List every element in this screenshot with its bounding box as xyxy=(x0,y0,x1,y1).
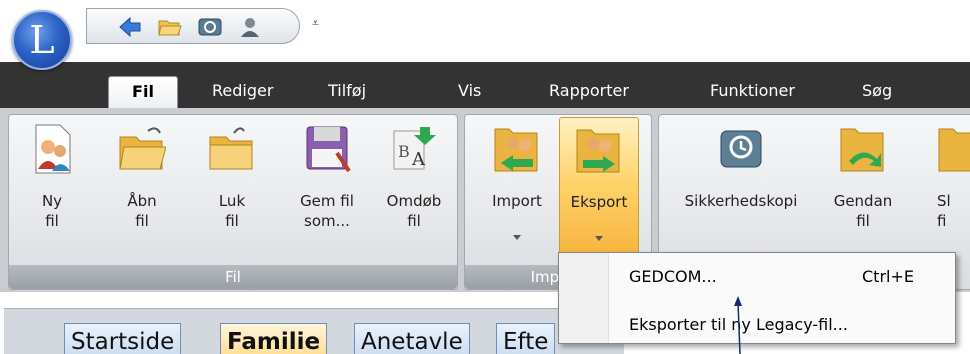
svg-text:A: A xyxy=(411,149,426,170)
mouse-cursor-icon xyxy=(734,296,742,354)
rename-file-label-2: fil xyxy=(407,212,421,230)
save-disk-icon xyxy=(306,126,351,173)
app-logo-button[interactable]: L xyxy=(12,10,72,70)
import-label: Import xyxy=(492,192,542,210)
tab-rediger[interactable]: Rediger xyxy=(212,76,273,108)
close-file-label-1: Luk xyxy=(218,192,246,210)
app-logo-letter: L xyxy=(29,18,55,62)
menu-item-gedcom[interactable]: GEDCOM... Ctrl+E xyxy=(559,253,955,297)
open-file-label-1: Åbn xyxy=(127,192,157,210)
rename-file-button[interactable]: B A Omdøb fil xyxy=(373,117,455,263)
export-label: Eksport xyxy=(570,193,628,211)
tab-tilfoj[interactable]: Tilføj xyxy=(328,76,366,108)
import-icon xyxy=(494,128,538,172)
backup-drive-icon xyxy=(720,130,762,168)
group-label-fil: Fil xyxy=(9,265,457,289)
import-dropdown-arrow-icon xyxy=(513,235,521,240)
import-button[interactable]: Import xyxy=(477,117,557,263)
close-file-button[interactable]: Luk fil xyxy=(193,117,271,263)
export-button[interactable]: Eksport xyxy=(559,117,639,263)
backup-button[interactable]: Sikkerhedskopi xyxy=(667,117,815,263)
delete-file-label-1: Sl xyxy=(937,192,951,210)
delete-file-label-2: fi xyxy=(937,212,947,230)
menu-bar: Fil Rediger Tilføj Vis Rapporter Funktio… xyxy=(0,62,970,108)
open-folder-icon xyxy=(119,127,166,170)
quick-access-toolbar xyxy=(86,8,300,44)
restore-file-button[interactable]: Gendan fil xyxy=(823,117,903,263)
backup-icon[interactable] xyxy=(197,15,223,39)
document-tab-bar: Startside Familie Anetavle Efte xyxy=(4,308,624,354)
person-icon[interactable] xyxy=(237,15,263,39)
close-file-label-2: fil xyxy=(225,212,239,230)
tab-familie[interactable]: Familie xyxy=(220,323,328,354)
tab-rapporter[interactable]: Rapporter xyxy=(549,76,629,108)
open-file-label-2: fil xyxy=(135,212,149,230)
restore-file-label-1: Gendan xyxy=(833,192,893,210)
tab-efterkommere[interactable]: Efte xyxy=(496,323,556,354)
save-as-label-2: som... xyxy=(304,212,350,230)
rename-icon: B A xyxy=(393,127,436,170)
svg-text:B: B xyxy=(398,142,410,161)
open-folder-icon[interactable] xyxy=(157,15,183,39)
new-file-button[interactable]: Ny fil xyxy=(13,117,91,263)
tab-startside[interactable]: Startside xyxy=(64,323,182,354)
customize-toolbar-icon[interactable]: ⩡ xyxy=(312,16,319,31)
tab-sog[interactable]: Søg xyxy=(862,76,892,108)
tab-funktioner[interactable]: Funktioner xyxy=(710,76,795,108)
export-dropdown-menu: GEDCOM... Ctrl+E Eksporter til ny Legacy… xyxy=(558,252,956,344)
folder-icon xyxy=(938,128,970,172)
tab-anetavle[interactable]: Anetavle xyxy=(354,323,470,354)
delete-file-button[interactable]: Sl fi xyxy=(923,117,970,263)
new-file-label-2: fil xyxy=(45,212,59,230)
export-dropdown-arrow-icon xyxy=(595,236,603,241)
menu-item-gedcom-shortcut: Ctrl+E xyxy=(862,267,914,286)
title-bar: L ⩡ xyxy=(0,0,970,70)
closed-folder-icon xyxy=(209,127,253,170)
restore-file-label-2: fil xyxy=(856,212,870,230)
new-file-icon xyxy=(35,124,71,174)
backup-label: Sikkerhedskopi xyxy=(684,192,798,210)
save-as-label-1: Gem fil xyxy=(300,192,354,210)
restore-folder-icon xyxy=(840,128,884,172)
new-file-label-1: Ny xyxy=(41,192,63,210)
back-arrow-icon[interactable] xyxy=(117,15,143,39)
open-file-button[interactable]: Åbn fil xyxy=(103,117,181,263)
menu-item-gedcom-label: GEDCOM... xyxy=(629,267,717,286)
ribbon-group-fil: Ny fil Åbn fil Luk fil Gem fil som... B … xyxy=(8,114,458,290)
menu-item-export-legacy[interactable]: Eksporter til ny Legacy-fil... xyxy=(559,299,955,343)
tab-vis[interactable]: Vis xyxy=(458,76,481,108)
rename-file-label-1: Omdøb xyxy=(386,192,442,210)
save-as-button[interactable]: Gem fil som... xyxy=(283,117,371,263)
tab-fil[interactable]: Fil xyxy=(108,76,178,108)
export-icon xyxy=(576,129,620,173)
